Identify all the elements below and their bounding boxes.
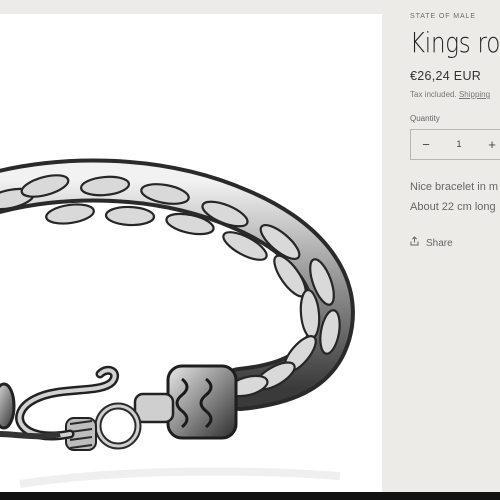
- product-title: Kings rope: [410, 26, 500, 59]
- share-label: Share: [426, 238, 453, 249]
- description-line-1: Nice bracelet in m: [410, 181, 499, 193]
- product-info: STATE OF MALE Kings rope €26,24 EUR Tax …: [410, 0, 500, 492]
- share-icon: [410, 236, 420, 249]
- tax-prefix: Tax included.: [410, 90, 457, 99]
- quantity-input[interactable]: 1: [441, 130, 477, 159]
- bottom-bar: [0, 492, 500, 500]
- vendor-label: STATE OF MALE: [410, 13, 476, 20]
- product-price: €26,24 EUR: [410, 69, 482, 83]
- shipping-link[interactable]: Shipping: [459, 90, 490, 99]
- quantity-stepper: − 1 +: [410, 129, 500, 160]
- product-image[interactable]: [0, 14, 382, 492]
- bracelet-image: [0, 158, 355, 488]
- share-button[interactable]: Share: [410, 236, 453, 249]
- tax-note: Tax included. Shipping: [410, 90, 490, 99]
- quantity-label: Quantity: [410, 114, 440, 123]
- quantity-decrease-button[interactable]: −: [411, 130, 441, 159]
- quantity-increase-button[interactable]: +: [477, 130, 500, 159]
- description-line-2: About 22 cm long: [410, 201, 496, 213]
